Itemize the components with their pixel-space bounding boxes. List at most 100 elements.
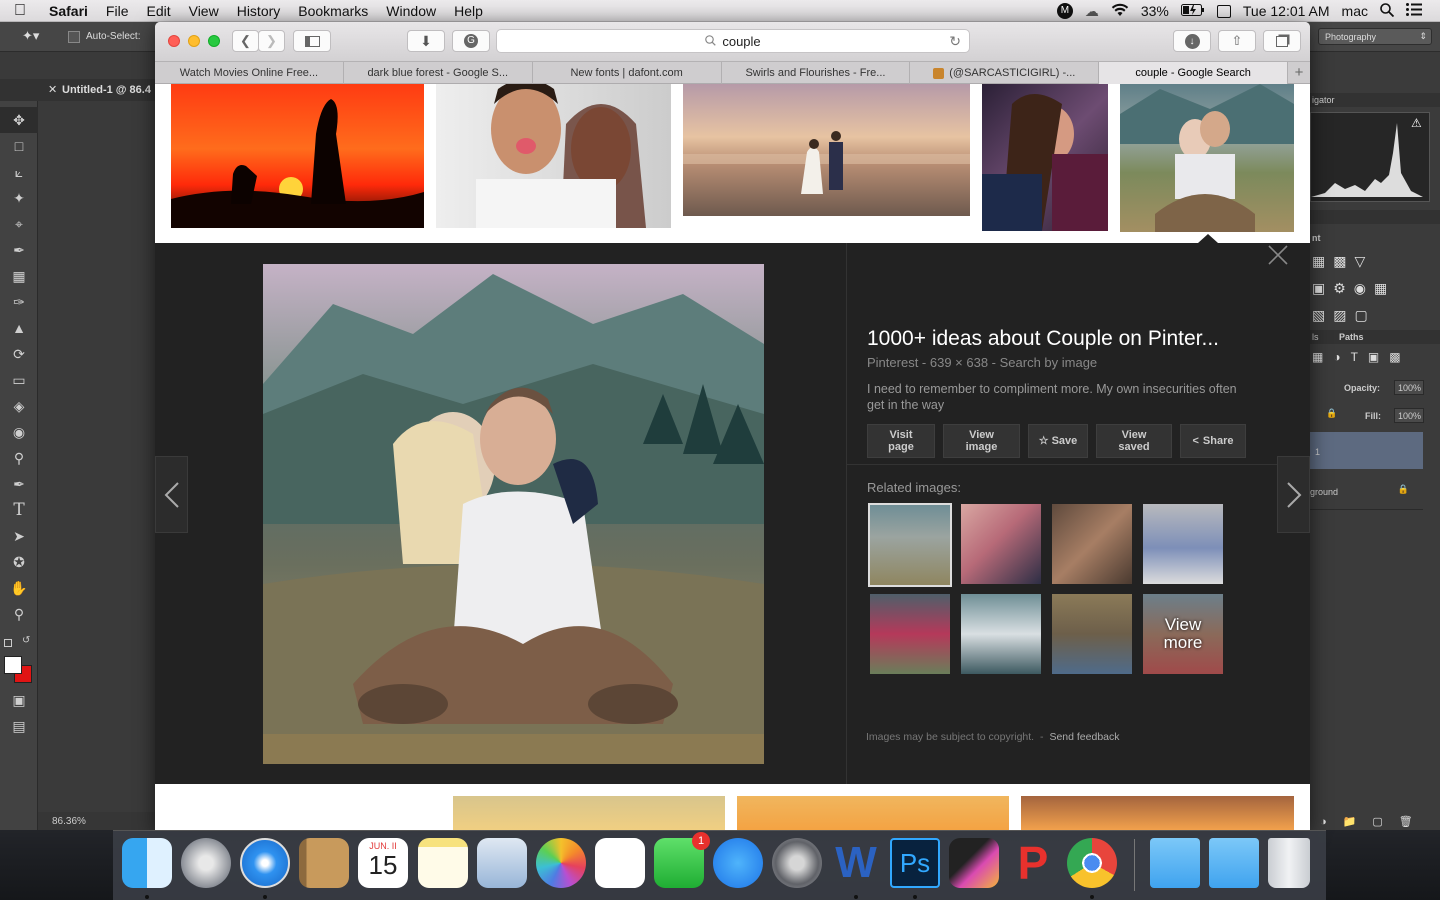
menu-view[interactable]: View xyxy=(180,3,228,19)
app-store-icon[interactable] xyxy=(713,838,763,888)
word-icon[interactable]: W xyxy=(831,838,881,888)
stamp-tool-icon[interactable]: ▲ xyxy=(0,315,38,341)
swap-colors-icon[interactable]: ↺ xyxy=(22,635,30,646)
related-image-4[interactable] xyxy=(1143,504,1223,584)
menu-history[interactable]: History xyxy=(228,3,290,19)
trash-icon[interactable] xyxy=(1268,838,1310,888)
address-bar[interactable]: couple ↻ xyxy=(496,29,970,53)
menu-bookmarks[interactable]: Bookmarks xyxy=(289,3,377,19)
result-thumbnail-bottom-1[interactable] xyxy=(300,796,310,830)
zoom-level[interactable]: 86.36% xyxy=(52,816,86,827)
navigator-header[interactable]: igator xyxy=(1310,93,1440,107)
notification-center-icon[interactable] xyxy=(1406,3,1422,19)
extension-grammarly-button[interactable]: G xyxy=(452,30,490,52)
preview-title[interactable]: 1000+ ideas about Couple on Pinter... xyxy=(867,327,1257,351)
paths-tab[interactable]: Paths xyxy=(1339,332,1364,342)
blur-tool-icon[interactable]: ◉ xyxy=(0,419,38,445)
related-image-5[interactable] xyxy=(870,594,950,674)
tab-dark-blue-forest[interactable]: dark blue forest - Google S... xyxy=(344,62,533,84)
menubar-clock[interactable]: Tue 12:01 AM xyxy=(1243,3,1330,19)
share-image-button[interactable]: < Share xyxy=(1180,424,1246,458)
red-app-icon[interactable]: P xyxy=(1008,838,1058,888)
visit-page-button[interactable]: Visit page xyxy=(867,424,935,458)
share-button[interactable]: ⇧ xyxy=(1218,30,1256,52)
send-feedback-link[interactable]: Send feedback xyxy=(1049,731,1119,743)
system-preferences-icon[interactable] xyxy=(772,838,822,888)
balance-icon[interactable]: ▣⚙◉▦ xyxy=(1312,280,1395,296)
menu-app-name[interactable]: Safari xyxy=(40,3,97,19)
reload-icon[interactable]: ↻ xyxy=(949,33,961,50)
foreground-color-swatch[interactable] xyxy=(4,656,22,674)
layers-bottom-icons[interactable]: ◑📁▢🗑 xyxy=(1320,815,1429,828)
result-thumbnail-embrace[interactable] xyxy=(982,84,1108,231)
contacts-icon[interactable] xyxy=(299,838,349,888)
hand-tool-icon[interactable]: ✋ xyxy=(0,575,38,601)
gradient-map-icon[interactable]: ▧▨▢ xyxy=(1312,307,1376,323)
preview-app-icon[interactable] xyxy=(477,838,527,888)
malwarebytes-icon[interactable]: M xyxy=(1056,3,1073,19)
eraser-tool-icon[interactable]: ▭ xyxy=(0,367,38,393)
result-thumbnail-funny-couple[interactable] xyxy=(436,84,671,228)
related-image-3[interactable] xyxy=(1052,504,1132,584)
save-button[interactable]: ☆ Save xyxy=(1028,424,1088,458)
related-image-7[interactable] xyxy=(1052,594,1132,674)
result-thumbnail-bottom-2[interactable] xyxy=(453,796,725,830)
warning-icon[interactable]: ⚠ xyxy=(1411,116,1422,130)
eyedropper-icon[interactable]: ✒ xyxy=(0,237,38,263)
levels-icon[interactable]: ▦▩▽ xyxy=(1312,253,1373,269)
photoshop-doc-tab[interactable]: ✕ Untitled-1 @ 86.4 xyxy=(0,79,160,101)
battery-percent[interactable]: 33% xyxy=(1141,3,1169,19)
fill-input[interactable]: 100% xyxy=(1394,408,1424,423)
related-view-more[interactable]: View more xyxy=(1143,594,1223,674)
notes-icon[interactable] xyxy=(418,838,468,888)
close-window-button[interactable] xyxy=(168,35,180,47)
reminders-icon[interactable] xyxy=(595,838,645,888)
lock-icon[interactable]: 🔒 xyxy=(1326,408,1337,419)
marquee-tool-icon[interactable]: □ xyxy=(0,133,38,159)
tab-couple-google-search[interactable]: couple - Google Search xyxy=(1099,62,1289,84)
shape-tool-icon[interactable]: ✪ xyxy=(0,549,38,575)
zoom-window-button[interactable] xyxy=(208,35,220,47)
photos-icon[interactable] xyxy=(536,838,586,888)
related-image-6[interactable] xyxy=(961,594,1041,674)
layer-row-1[interactable]: 1 xyxy=(1310,432,1423,469)
safari-icon[interactable] xyxy=(240,838,290,888)
result-thumbnail-bottom-4[interactable] xyxy=(1021,796,1294,830)
layers-tabs[interactable]: ls Paths xyxy=(1310,330,1440,344)
auto-select-checkbox[interactable] xyxy=(68,31,80,43)
history-brush-icon[interactable]: ⟳ xyxy=(0,341,38,367)
tab-sarcasticigirl[interactable]: (@SARCASTICIGIRL) -... xyxy=(910,62,1100,84)
tab-watch-movies[interactable]: Watch Movies Online Free... xyxy=(155,62,344,84)
view-image-button[interactable]: View image xyxy=(943,424,1020,458)
tab-swirls[interactable]: Swirls and Flourishes - Fre... xyxy=(722,62,911,84)
menu-edit[interactable]: Edit xyxy=(137,3,179,19)
battery-icon[interactable] xyxy=(1180,3,1205,19)
quick-mask-icon[interactable]: ▣ xyxy=(0,687,38,713)
move-tool-icon[interactable]: ✦▾ xyxy=(22,28,39,44)
workspace-select[interactable]: Photography ⇕ xyxy=(1318,28,1432,45)
spotlight-icon[interactable] xyxy=(1380,2,1395,20)
doc-close-icon[interactable]: ✕ xyxy=(48,83,57,96)
new-tab-button[interactable]: + xyxy=(1288,62,1310,83)
calendar-icon[interactable]: JUN. II 15 xyxy=(358,838,408,888)
related-image-1-selected[interactable] xyxy=(868,503,952,587)
layer-row-background[interactable]: ground 🔒 xyxy=(1310,470,1423,510)
finder-icon[interactable] xyxy=(122,838,172,888)
adjustments-header[interactable] xyxy=(1310,210,1440,224)
menu-window[interactable]: Window xyxy=(377,3,445,19)
related-image-2[interactable] xyxy=(961,504,1041,584)
close-preview-button[interactable] xyxy=(1267,244,1289,266)
minimize-window-button[interactable] xyxy=(188,35,200,47)
opacity-input[interactable]: 100% xyxy=(1394,380,1424,395)
layer-filter-icons[interactable]: ▦◑T▣▩ xyxy=(1312,350,1411,364)
result-thumbnail-bottom-3[interactable] xyxy=(737,796,1009,830)
final-cut-icon[interactable] xyxy=(949,838,999,888)
folder-icon[interactable] xyxy=(1150,838,1200,888)
type-tool-icon[interactable]: T xyxy=(0,497,38,523)
result-thumbnail-beach-couple[interactable] xyxy=(683,84,970,216)
extension-download-button[interactable]: ⬇ xyxy=(407,30,445,52)
apple-menu-icon[interactable]:  xyxy=(0,2,40,20)
back-button[interactable]: ❮ xyxy=(232,30,259,52)
wifi-icon[interactable] xyxy=(1111,3,1129,20)
menu-file[interactable]: File xyxy=(97,3,138,19)
